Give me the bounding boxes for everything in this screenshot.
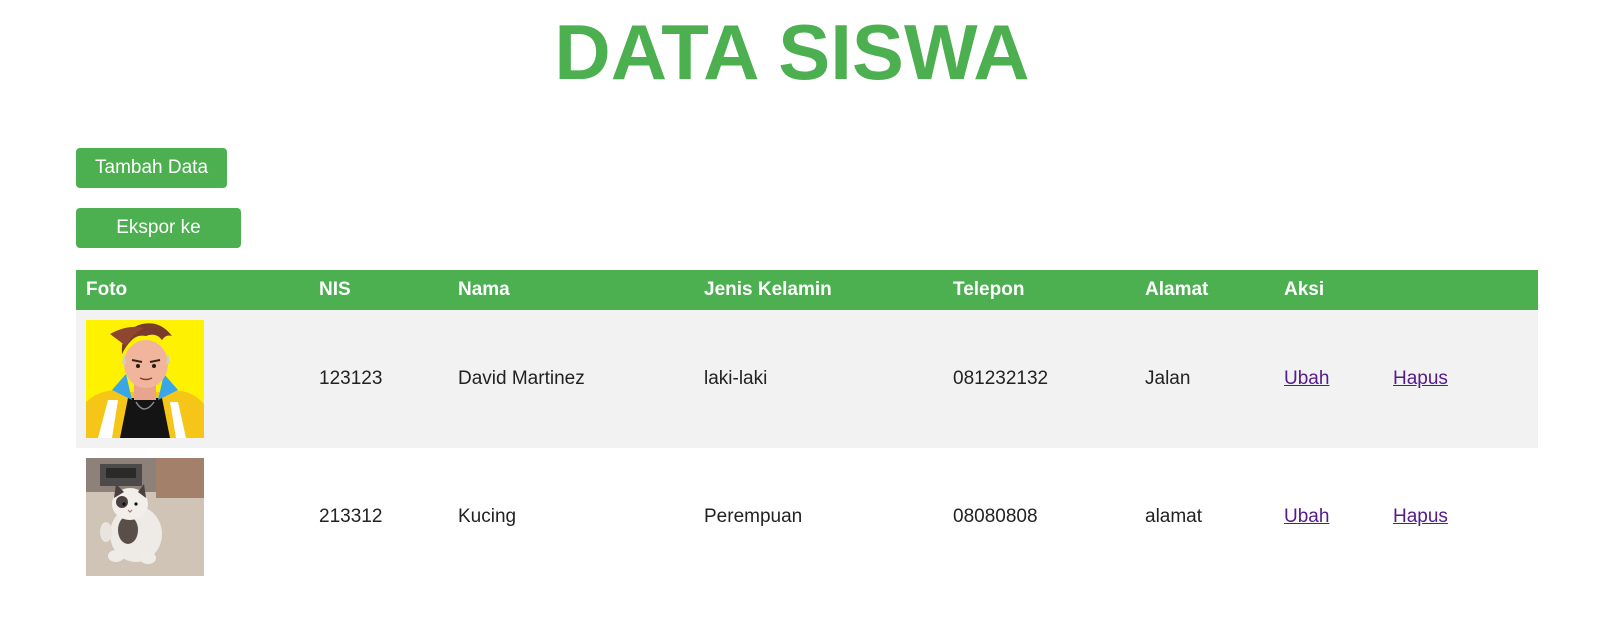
nis-cell: 213312 [319, 506, 383, 527]
edit-link[interactable]: Ubah [1284, 506, 1329, 527]
cat-photo [86, 458, 204, 576]
header-nis: NIS [319, 279, 351, 300]
nama-cell: Kucing [458, 506, 517, 527]
jenis-kelamin-cell: Perempuan [704, 506, 803, 527]
table-header-row: Foto NIS Nama Jenis Kelamin Telepon Alam… [76, 270, 1538, 310]
photo-cell [76, 448, 309, 586]
table-row: 123123 David Martinez laki-laki 08123213… [76, 310, 1538, 448]
jenis-kelamin-cell: laki-laki [704, 368, 768, 389]
delete-cell: Hapus [1383, 448, 1538, 586]
edit-cell: Ubah [1274, 310, 1383, 448]
alamat-cell: Jalan [1145, 368, 1191, 389]
header-foto: Foto [86, 279, 128, 300]
header-aksi: Aksi [1284, 279, 1325, 300]
header-nama: Nama [458, 279, 510, 300]
alamat-cell: alamat [1145, 506, 1203, 527]
telepon-cell: 08080808 [953, 506, 1038, 527]
edit-cell: Ubah [1274, 448, 1383, 586]
page-title: DATA SISWA [554, 8, 1030, 96]
nama-cell: David Martinez [458, 368, 585, 389]
students-table: Foto NIS Nama Jenis Kelamin Telepon Alam… [76, 270, 1538, 586]
delete-link[interactable]: Hapus [1393, 506, 1448, 527]
export-pdf-button[interactable]: Ekspor ke PDF [76, 208, 241, 278]
delete-cell: Hapus [1383, 310, 1538, 448]
table-row: 213312 Kucing Perempuan 08080808 alamat … [76, 448, 1538, 586]
add-data-button[interactable]: Tambah Data [76, 148, 227, 188]
header-aksi-spacer [1383, 270, 1538, 310]
header-alamat: Alamat [1145, 279, 1209, 300]
delete-link[interactable]: Hapus [1393, 368, 1448, 389]
nis-cell: 123123 [319, 368, 383, 389]
edit-link[interactable]: Ubah [1284, 368, 1329, 389]
photo-cell [76, 310, 309, 448]
telepon-cell: 081232132 [953, 368, 1049, 389]
header-telepon: Telepon [953, 279, 1025, 300]
avatar-cartoon-man-photo [86, 320, 204, 438]
header-jenis-kelamin: Jenis Kelamin [704, 279, 832, 300]
